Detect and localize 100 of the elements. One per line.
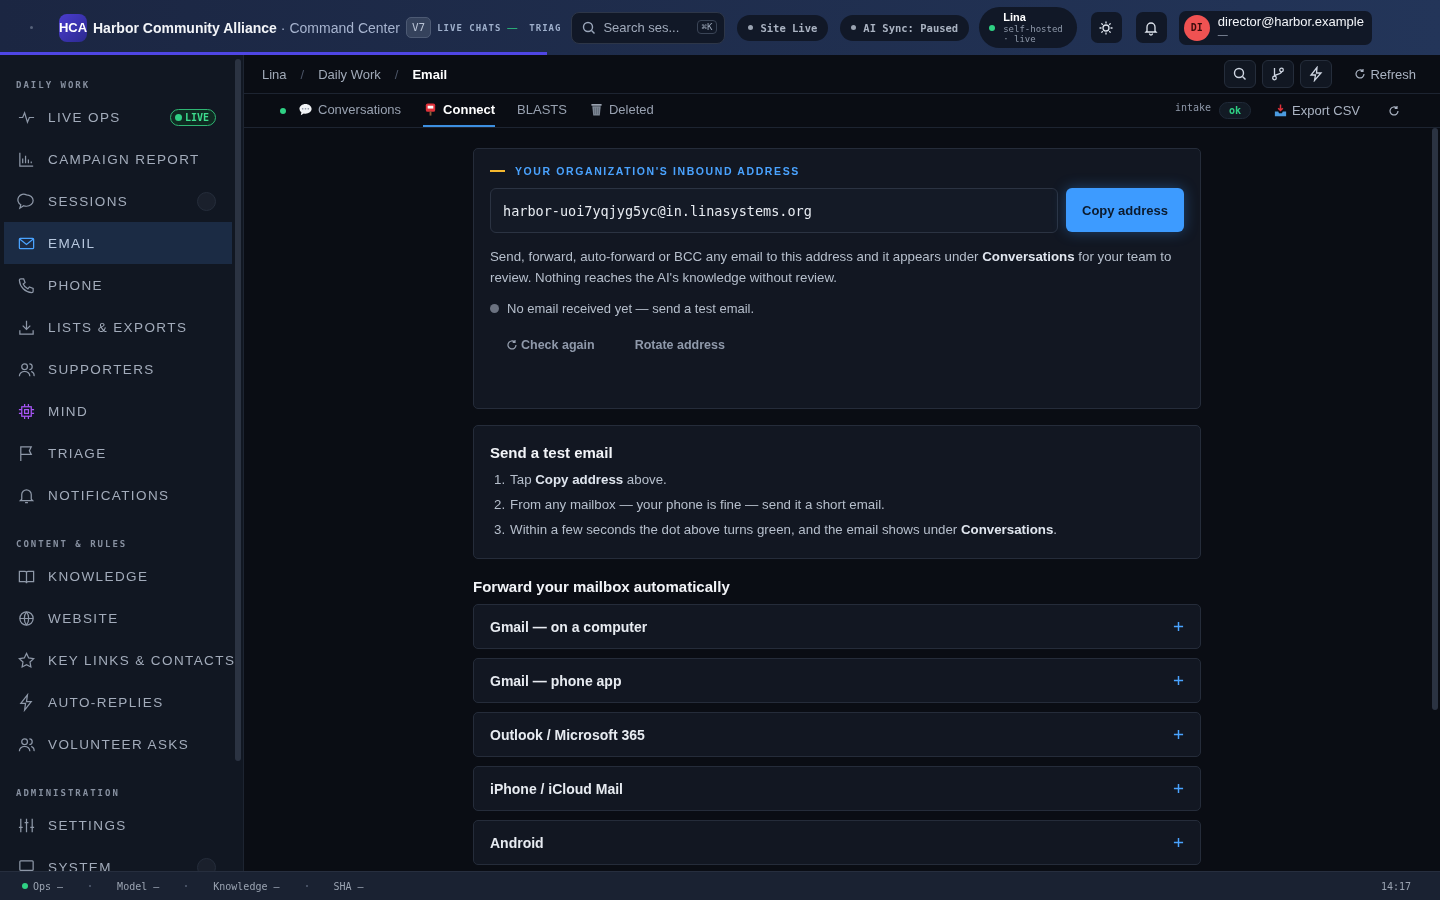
avatar: DI: [1183, 14, 1210, 41]
app-name: · Command Center: [280, 19, 400, 36]
clock: 14:17: [1380, 880, 1411, 892]
nav-item[interactable]: SETTINGS: [4, 804, 232, 846]
bolt-icon: [1308, 66, 1325, 82]
nav-item[interactable]: LIVE OPS LIVE: [4, 96, 232, 138]
nav-item[interactable]: EMAIL: [4, 222, 232, 264]
nav-item[interactable]: KNOWLEDGE: [4, 555, 232, 597]
section-title: DAILY WORK: [15, 79, 92, 92]
chat-icon: [17, 191, 36, 211]
step-text: Within a few seconds the dot above turns green, and the email shows under Conversations.: [510, 521, 1058, 539]
bolt-button[interactable]: [1300, 60, 1333, 88]
intake-status: ok: [1219, 102, 1252, 119]
version-badge: V7: [405, 17, 432, 38]
step-text: From any mailbox — your phone is fine — send it a short email.: [510, 496, 885, 514]
section-title: ADMINISTRATION: [15, 787, 121, 800]
rotate-button[interactable]: Rotate address: [634, 338, 725, 352]
nav-item[interactable]: NOTIFICATIONS: [4, 474, 232, 516]
notifications-button[interactable]: [1135, 12, 1167, 43]
chip-icon: [17, 401, 36, 421]
user-role: —: [1217, 28, 1228, 41]
plus-icon: [1173, 675, 1184, 686]
counter-badge: [197, 191, 216, 211]
copy-button[interactable]: Copy address: [1066, 188, 1184, 232]
refresh-icon: [1388, 104, 1400, 117]
address-field[interactable]: harbor-uoi7yqjyg5yc@in.linasystems.org: [490, 188, 1058, 233]
tab[interactable]: BLASTS: [517, 94, 567, 127]
nav-item[interactable]: CAMPAIGN REPORT: [4, 138, 232, 180]
shortcut-key: ⌘K: [696, 19, 718, 34]
breadcrumb-link[interactable]: Email: [412, 66, 448, 82]
phone-icon: [17, 275, 36, 295]
search-button[interactable]: [1224, 60, 1257, 88]
nav-item[interactable]: SUPPORTERS: [4, 348, 232, 390]
ticker-value: —: [507, 22, 518, 33]
section-heading: YOUR ORGANIZATION'S INBOUND ADDRESS: [515, 165, 800, 177]
nav-item[interactable]: KEY LINKS & CONTACTS: [4, 639, 232, 681]
step-number: 3.: [494, 521, 506, 539]
instance-card[interactable]: Lina self-hosted · live: [979, 7, 1077, 48]
refresh-icon: [1354, 68, 1367, 80]
instance-mode: self-hosted: [1003, 24, 1063, 34]
status-item: SHA —: [333, 880, 364, 892]
status-pill: AI Sync: Paused: [840, 14, 970, 41]
nav-item[interactable]: SESSIONS: [4, 180, 232, 222]
monitor-icon: [17, 857, 36, 871]
star-icon: [17, 650, 36, 670]
nav-item[interactable]: AUTO-REPLIES: [4, 681, 232, 723]
breadcrumb-link[interactable]: Lina: [262, 66, 287, 82]
org-name: Harbor Community Alliance: [93, 19, 277, 36]
step-text: Tap Copy address above.: [510, 471, 667, 489]
bell-icon: [1143, 19, 1160, 36]
nav-item[interactable]: PHONE: [4, 264, 232, 306]
trash-icon: [588, 102, 604, 117]
tab[interactable]: Deleted: [588, 94, 654, 127]
nav-item[interactable]: WEBSITE: [4, 597, 232, 639]
plus-icon: [1173, 729, 1184, 740]
breadcrumb-separator: /: [300, 66, 305, 82]
status-pill: Site Live: [737, 14, 829, 41]
card-title: Send a test email: [490, 444, 614, 461]
theme-button[interactable]: [1090, 12, 1122, 43]
accordion-item[interactable]: Outlook / Microsoft 365: [473, 712, 1201, 757]
nav-item[interactable]: VOLUNTEER ASKS: [4, 723, 232, 765]
tab[interactable]: Conversations: [298, 94, 402, 127]
section-title: CONTENT & RULES: [15, 538, 129, 551]
nav-item[interactable]: TRIAGE: [4, 432, 232, 474]
ticker-label[interactable]: TRIAG: [529, 22, 562, 33]
description: Send, forward, auto-forward or BCC any email to this address and it appears under Conversations for your team to review. Nothing reaches the AI's knowledge without review.: [490, 248, 1173, 287]
accordion-item[interactable]: Gmail — phone app: [473, 658, 1201, 703]
status-item: Knowledge —: [213, 880, 280, 892]
check-button[interactable]: Check again: [506, 338, 595, 352]
export-button[interactable]: Export CSV: [1273, 94, 1360, 127]
breadcrumb-link[interactable]: Daily Work: [318, 66, 381, 82]
ticker-label[interactable]: LIVE CHATS: [437, 22, 502, 33]
intake-label: intake: [1174, 102, 1212, 113]
step-number: 2.: [494, 496, 506, 514]
refresh-button[interactable]: Refresh: [1348, 66, 1422, 82]
plus-icon: [1173, 837, 1184, 848]
instance-name: Lina: [1003, 11, 1027, 24]
accordion-item[interactable]: Android: [473, 820, 1201, 865]
accordion-item[interactable]: Gmail — on a computer: [473, 604, 1201, 649]
status-item: Ops —: [33, 880, 64, 892]
globe-icon: [17, 608, 36, 628]
status-item: Model —: [117, 880, 160, 892]
breadcrumb-separator: /: [394, 66, 399, 82]
logo: HCA: [59, 13, 87, 42]
nav-item[interactable]: LISTS & EXPORTS: [4, 306, 232, 348]
plus-icon: [1173, 783, 1184, 794]
branch-icon: [1270, 66, 1287, 82]
accordion-item[interactable]: iPhone / iCloud Mail: [473, 766, 1201, 811]
refresh-icon: [506, 339, 518, 351]
branch-button[interactable]: [1262, 60, 1295, 88]
live-badge: LIVE: [169, 108, 216, 126]
section-title: Forward your mailbox automatically: [473, 578, 731, 595]
status-dot: [30, 26, 33, 29]
inbox-tray-icon: [1273, 103, 1289, 118]
sun-icon: [1098, 19, 1115, 36]
instance-status: · live: [1003, 34, 1037, 44]
tab[interactable]: Connect: [423, 94, 496, 127]
user-menu[interactable]: DI director@harbor.example —: [1178, 10, 1372, 45]
nav-item[interactable]: MIND: [4, 390, 232, 432]
plus-icon: [1173, 621, 1184, 632]
